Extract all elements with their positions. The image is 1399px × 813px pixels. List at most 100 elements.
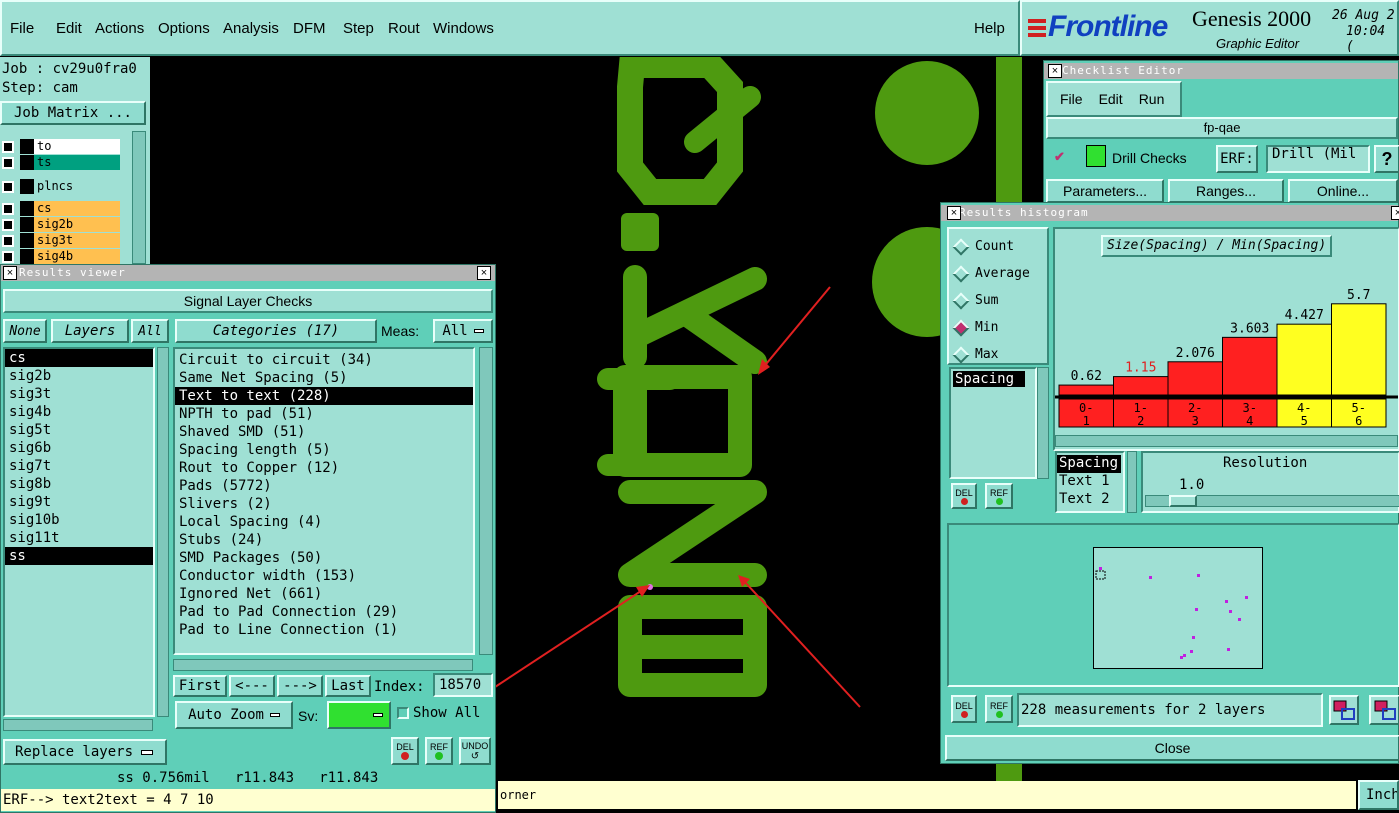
layer-list-item[interactable]: sig4b	[5, 403, 153, 421]
undo-button[interactable]: UNDO ↺	[459, 737, 491, 765]
category-item[interactable]: SMD Packages (50)	[175, 549, 473, 567]
menu-rout[interactable]: Rout	[388, 20, 420, 37]
resolution-slider-thumb[interactable]	[1169, 495, 1197, 507]
parameters-button[interactable]: Parameters...	[1046, 179, 1164, 203]
histogram-titlebar[interactable]: Results histogram	[941, 205, 1398, 221]
prev-button[interactable]: <---	[229, 675, 275, 697]
online-button[interactable]: Online...	[1288, 179, 1398, 203]
checklist-close-icon[interactable]: ×	[1048, 64, 1062, 78]
help-button[interactable]: ?	[1374, 145, 1399, 173]
category-item[interactable]: NPTH to pad (51)	[175, 405, 473, 423]
menu-help[interactable]: Help	[974, 20, 1005, 37]
checklist-menu-run[interactable]: Run	[1139, 91, 1165, 107]
last-button[interactable]: Last	[325, 675, 371, 697]
layer-display-toggle[interactable]	[20, 249, 34, 264]
histogram-bar[interactable]	[1058, 384, 1114, 396]
category-hscrollbar[interactable]	[173, 659, 473, 671]
layer-list-hscrollbar[interactable]	[3, 719, 153, 731]
layer-list-item[interactable]: cs	[5, 349, 153, 367]
layer-display-toggle[interactable]	[20, 139, 34, 154]
layer-row[interactable]: plncs	[2, 179, 120, 194]
show-all-checkbox[interactable]	[397, 707, 409, 719]
text2-item[interactable]: Text 2	[1057, 491, 1123, 509]
layer-list-item[interactable]: ss	[5, 547, 153, 565]
menu-analysis[interactable]: Analysis	[223, 20, 279, 37]
layer-row[interactable]: to	[2, 139, 120, 154]
ranges-button[interactable]: Ranges...	[1168, 179, 1284, 203]
auto-zoom-dropdown[interactable]: Auto Zoom	[175, 701, 293, 729]
category-item[interactable]: Slivers (2)	[175, 495, 473, 513]
category-item[interactable]: Rout to Copper (12)	[175, 459, 473, 477]
layer-list-item[interactable]: sig10b	[5, 511, 153, 529]
spacing-list[interactable]: Spacing Text 1 Text 2	[1055, 451, 1125, 513]
layer-affected-checkbox[interactable]	[2, 202, 14, 215]
layer-list-scrollbar[interactable]	[157, 347, 169, 717]
map-del-button[interactable]: DEL	[951, 695, 977, 723]
spacing-item[interactable]: Spacing	[1057, 455, 1121, 473]
category-item[interactable]: Shaved SMD (51)	[175, 423, 473, 441]
units-button[interactable]: Inch	[1358, 780, 1399, 810]
mode-radio-count[interactable]: Count	[949, 233, 1047, 260]
results-viewer-titlebar[interactable]: Results viewer	[1, 265, 495, 281]
category-item[interactable]: Circuit to circuit (34)	[175, 351, 473, 369]
check-enabled-icon[interactable]: ✔	[1054, 149, 1065, 165]
layer-display-toggle[interactable]	[20, 233, 34, 248]
menu-file[interactable]: File	[10, 20, 34, 37]
layer-row[interactable]: sig3t	[2, 233, 120, 248]
layer-affected-checkbox[interactable]	[2, 234, 14, 247]
mode-radio-min[interactable]: Min	[949, 314, 1047, 341]
histogram-window-close-icon[interactable]: ×	[1391, 206, 1399, 220]
ref-button[interactable]: REF	[425, 737, 453, 765]
category-item[interactable]: Conductor width (153)	[175, 567, 473, 585]
layer-row[interactable]: sig4b	[2, 249, 120, 264]
job-matrix-button[interactable]: Job Matrix ...	[0, 101, 146, 125]
category-item[interactable]: Stubs (24)	[175, 531, 473, 549]
hist-layer-list[interactable]: Spacing	[949, 367, 1037, 479]
checklist-menu-edit[interactable]: Edit	[1099, 91, 1123, 107]
layer-list-item[interactable]: sig11t	[5, 529, 153, 547]
hist-ref-button[interactable]: REF	[985, 483, 1013, 509]
checklist-menu-file[interactable]: File	[1060, 91, 1083, 107]
spacing-list-scrollbar[interactable]	[1127, 451, 1137, 513]
all-button[interactable]: All	[131, 319, 169, 343]
layer-scrollbar[interactable]	[132, 131, 146, 264]
layer-list-item[interactable]: sig2b	[5, 367, 153, 385]
first-button[interactable]: First	[173, 675, 227, 697]
layer-list-item[interactable]: sig9t	[5, 493, 153, 511]
menu-actions[interactable]: Actions	[95, 20, 144, 37]
window-close-icon[interactable]: ×	[477, 266, 491, 280]
hist-del-button[interactable]: DEL	[951, 483, 977, 509]
none-button[interactable]: None	[3, 319, 47, 343]
mode-radio-max[interactable]: Max	[949, 341, 1047, 368]
layer-row[interactable]: cs	[2, 201, 120, 216]
del-button[interactable]: DEL	[391, 737, 419, 765]
result-map[interactable]	[1093, 547, 1263, 669]
mode-radio-sum[interactable]: Sum	[949, 287, 1047, 314]
category-scrollbar[interactable]	[479, 347, 493, 655]
layer-display-toggle[interactable]	[20, 217, 34, 232]
layer-list-item[interactable]: sig3t	[5, 385, 153, 403]
category-item[interactable]: Pads (5772)	[175, 477, 473, 495]
layer-affected-checkbox[interactable]	[2, 250, 14, 263]
mode-radio-average[interactable]: Average	[949, 260, 1047, 287]
layer-affected-checkbox[interactable]	[2, 140, 14, 153]
chart-hscrollbar[interactable]	[1055, 435, 1398, 447]
histogram-bar[interactable]	[1276, 323, 1332, 396]
category-item[interactable]: Ignored Net (661)	[175, 585, 473, 603]
histogram-bar[interactable]	[1167, 361, 1223, 396]
category-item[interactable]: Text to text (228)	[175, 387, 473, 405]
layer-list[interactable]: cs sig2b sig3t sig4b sig5t sig6b sig7t sig8b sig…	[3, 347, 155, 717]
text1-item[interactable]: Text 1	[1057, 473, 1123, 491]
layer-list-item[interactable]: sig5t	[5, 421, 153, 439]
layers-button[interactable]: Layers	[51, 319, 129, 343]
menu-edit[interactable]: Edit	[56, 20, 82, 37]
layer-row[interactable]: ts	[2, 155, 120, 170]
histogram-bar[interactable]	[1331, 303, 1387, 396]
layer-display-toggle[interactable]	[20, 201, 34, 216]
hist-list-item[interactable]: Spacing	[953, 371, 1025, 387]
layer-display-toggle[interactable]	[20, 179, 34, 194]
menu-options[interactable]: Options	[158, 20, 210, 37]
zoom-fit-icon[interactable]	[1329, 695, 1359, 725]
replace-layers-dropdown[interactable]: Replace layers	[3, 739, 167, 765]
category-list[interactable]: Circuit to circuit (34) Same Net Spacing …	[173, 347, 475, 655]
